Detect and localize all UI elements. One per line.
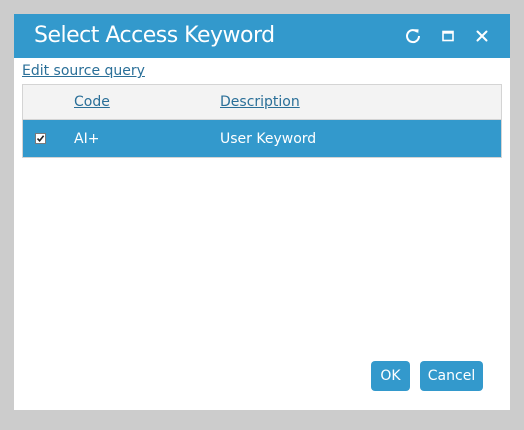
checkmark-icon	[36, 135, 45, 143]
maximize-icon[interactable]	[437, 25, 459, 47]
close-icon[interactable]	[471, 25, 493, 47]
dialog-title: Select Access Keyword	[34, 23, 275, 48]
cancel-button[interactable]: Cancel	[420, 361, 483, 391]
grid-header: Code Description	[23, 85, 501, 120]
table-row[interactable]: AI+ User Keyword	[23, 120, 501, 157]
column-header-description[interactable]: Description	[220, 94, 300, 110]
edit-source-query-link[interactable]: Edit source query	[22, 63, 145, 79]
row-checkbox[interactable]	[35, 133, 46, 144]
cell-description: User Keyword	[220, 131, 317, 147]
ok-button[interactable]: OK	[371, 361, 410, 391]
refresh-icon[interactable]	[402, 25, 424, 47]
dialog-titlebar[interactable]: Select Access Keyword	[14, 14, 510, 58]
keyword-grid: Code Description AI+ User Keyword	[22, 84, 502, 158]
cell-code: AI+	[74, 131, 100, 147]
select-access-keyword-dialog: Select Access Keyword Edit source query …	[14, 14, 510, 410]
column-header-code[interactable]: Code	[74, 94, 110, 110]
